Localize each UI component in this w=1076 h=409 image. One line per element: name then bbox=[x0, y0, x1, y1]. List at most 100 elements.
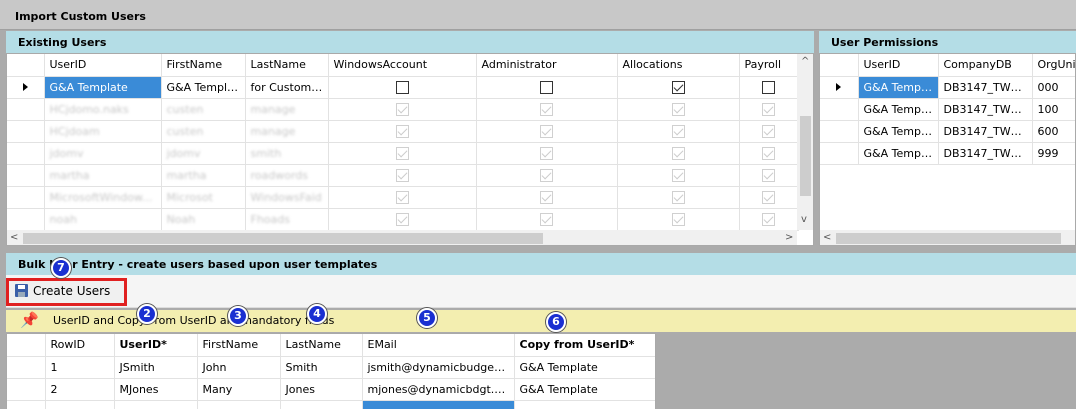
existing-users-vertical-scrollbar[interactable]: ^ v bbox=[797, 54, 813, 230]
checkbox[interactable] bbox=[762, 124, 775, 138]
col-firstname[interactable]: FirstName bbox=[197, 334, 281, 357]
cell-userid[interactable]: MJones bbox=[114, 378, 198, 401]
table-row[interactable]: 1 JSmith John Smith jsmith@dynamicbudget… bbox=[7, 356, 655, 379]
cell-companydb[interactable]: DB3147_TWO15 bbox=[938, 120, 1033, 143]
cell-lastname[interactable]: for Custom ... bbox=[245, 76, 329, 99]
table-row[interactable]: HCjdomo.naks custen manage bbox=[7, 98, 799, 121]
cell-copy-from[interactable] bbox=[514, 400, 655, 409]
col-orgunit[interactable]: OrgUnit bbox=[1032, 54, 1075, 77]
cell-orgunit[interactable]: 999 bbox=[1032, 142, 1075, 165]
cell-firstname[interactable]: jdomv bbox=[161, 142, 246, 165]
table-row[interactable]: noah Noah Fhoads bbox=[7, 208, 799, 231]
cell-userid[interactable]: JSmith bbox=[114, 356, 198, 379]
cell-userid[interactable]: G&A Template bbox=[858, 98, 939, 121]
cell-userid[interactable]: G&A Template bbox=[858, 142, 939, 165]
col-payroll[interactable]: Payroll bbox=[739, 54, 799, 77]
table-row[interactable]: G&A Template DB3147_TWO15 100 bbox=[820, 98, 1075, 121]
cell-userid[interactable]: G&A Template bbox=[858, 120, 939, 143]
cell-copy-from[interactable]: G&A Template bbox=[514, 356, 655, 379]
cell-userid[interactable] bbox=[114, 400, 198, 409]
col-userid[interactable]: UserID bbox=[44, 54, 162, 77]
checkbox[interactable] bbox=[671, 102, 685, 116]
checkbox[interactable] bbox=[540, 102, 553, 116]
cell-firstname[interactable]: Many bbox=[197, 378, 281, 401]
checkbox[interactable] bbox=[762, 102, 775, 116]
scroll-left-icon[interactable]: < bbox=[823, 232, 831, 243]
checkbox[interactable] bbox=[671, 146, 685, 160]
scroll-thumb[interactable] bbox=[836, 233, 1061, 244]
cell-orgunit[interactable]: 600 bbox=[1032, 120, 1075, 143]
cell-userid[interactable]: noah bbox=[44, 208, 162, 231]
col-userid[interactable]: UserID bbox=[858, 54, 939, 77]
existing-users-horizontal-scrollbar[interactable]: < > bbox=[7, 230, 797, 245]
cell-orgunit[interactable]: 100 bbox=[1032, 98, 1075, 121]
payroll-checkbox[interactable] bbox=[762, 80, 775, 94]
cell-email[interactable]: mjones@dynamicbdgt.com bbox=[362, 378, 515, 401]
table-row-selected[interactable]: G&A Template DB3147_TWO15 000 bbox=[820, 76, 1075, 99]
cell-companydb[interactable]: DB3147_TWO15 bbox=[938, 142, 1033, 165]
cell-email-editing[interactable] bbox=[362, 400, 515, 409]
table-row[interactable]: jdomv jdomv smith bbox=[7, 142, 799, 165]
cell-firstname[interactable]: custen bbox=[161, 98, 246, 121]
checkbox[interactable] bbox=[395, 190, 409, 204]
col-administrator[interactable]: Administrator bbox=[476, 54, 618, 77]
cell-copy-from[interactable]: G&A Template bbox=[514, 378, 655, 401]
checkbox[interactable] bbox=[395, 102, 409, 116]
col-email[interactable]: EMail bbox=[362, 334, 515, 357]
checkbox[interactable] bbox=[671, 124, 685, 138]
scroll-thumb[interactable] bbox=[23, 233, 543, 244]
checkbox[interactable] bbox=[395, 212, 409, 226]
cell-lastname[interactable]: WindowsFaid bbox=[245, 186, 329, 209]
allocations-checkbox[interactable] bbox=[671, 80, 685, 94]
checkbox[interactable] bbox=[540, 212, 553, 226]
checkbox[interactable] bbox=[540, 124, 553, 138]
col-lastname[interactable]: LastName bbox=[245, 54, 329, 77]
col-windowsaccount[interactable]: WindowsAccount bbox=[328, 54, 477, 77]
cell-userid[interactable]: MicrosoftWindow... bbox=[44, 186, 162, 209]
col-copy-from-userid[interactable]: Copy from UserID* bbox=[514, 334, 655, 357]
cell-lastname[interactable]: Smith bbox=[280, 356, 363, 379]
cell-firstname[interactable]: Microsot bbox=[161, 186, 246, 209]
cell-firstname[interactable]: G&A Template bbox=[161, 76, 246, 99]
cell-firstname[interactable]: Noah bbox=[161, 208, 246, 231]
windowsaccount-checkbox[interactable] bbox=[395, 80, 409, 94]
new-row[interactable] bbox=[7, 400, 655, 409]
table-row[interactable]: 2 MJones Many Jones mjones@dynamicbdgt.c… bbox=[7, 378, 655, 401]
table-row-selected[interactable]: G&A Template G&A Template for Custom ... bbox=[7, 76, 799, 99]
checkbox[interactable] bbox=[671, 190, 685, 204]
scroll-thumb[interactable] bbox=[800, 116, 811, 196]
checkbox[interactable] bbox=[762, 146, 775, 160]
checkbox[interactable] bbox=[671, 168, 685, 182]
cell-orgunit[interactable]: 000 bbox=[1032, 76, 1075, 99]
col-allocations[interactable]: Allocations bbox=[617, 54, 740, 77]
cell-rowid[interactable]: 1 bbox=[45, 356, 115, 379]
cell-firstname[interactable]: custen bbox=[161, 120, 246, 143]
cell-firstname[interactable]: John bbox=[197, 356, 281, 379]
cell-userid[interactable]: martha bbox=[44, 164, 162, 187]
col-rowid[interactable]: RowID bbox=[45, 334, 115, 357]
cell-firstname[interactable] bbox=[197, 400, 281, 409]
checkbox[interactable] bbox=[540, 190, 553, 204]
cell-companydb[interactable]: DB3147_TWO15 bbox=[938, 98, 1033, 121]
checkbox[interactable] bbox=[395, 168, 409, 182]
cell-lastname[interactable]: smith bbox=[245, 142, 329, 165]
cell-lastname[interactable]: Fhoads bbox=[245, 208, 329, 231]
cell-lastname[interactable]: manage bbox=[245, 98, 329, 121]
col-firstname[interactable]: FirstName bbox=[161, 54, 246, 77]
checkbox[interactable] bbox=[540, 146, 553, 160]
checkbox[interactable] bbox=[540, 168, 553, 182]
cell-companydb[interactable]: DB3147_TWO15 bbox=[938, 76, 1033, 99]
table-row[interactable]: MicrosoftWindow... Microsot WindowsFaid bbox=[7, 186, 799, 209]
cell-lastname[interactable]: manage bbox=[245, 120, 329, 143]
cell-lastname[interactable]: Jones bbox=[280, 378, 363, 401]
cell-firstname[interactable]: martha bbox=[161, 164, 246, 187]
cell-userid[interactable]: jdomv bbox=[44, 142, 162, 165]
table-row[interactable]: HCjdoam custen manage bbox=[7, 120, 799, 143]
checkbox[interactable] bbox=[762, 190, 775, 204]
scroll-left-icon[interactable]: < bbox=[10, 232, 18, 243]
cell-lastname[interactable]: roadwords bbox=[245, 164, 329, 187]
checkbox[interactable] bbox=[762, 212, 775, 226]
scroll-right-icon[interactable]: > bbox=[785, 232, 793, 243]
cell-lastname[interactable] bbox=[280, 400, 363, 409]
table-row[interactable]: G&A Template DB3147_TWO15 999 bbox=[820, 142, 1075, 165]
